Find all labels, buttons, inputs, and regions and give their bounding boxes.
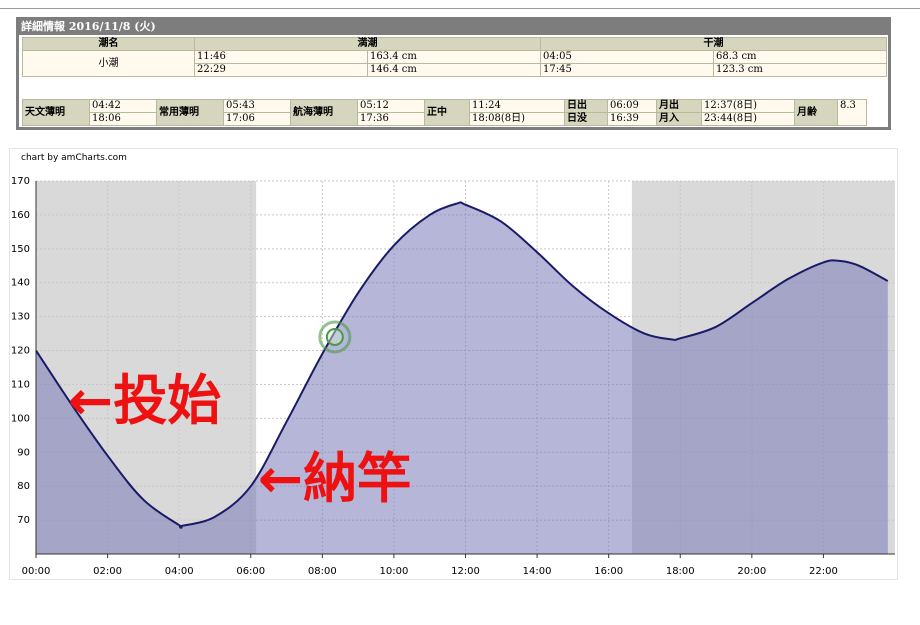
y-tick-label: 110 (11, 379, 30, 390)
x-tick-labels: 00:00 02:00 04:00 06:00 08:00 10:00 12:00 14:00… (22, 566, 838, 577)
y-tick-label: 70 (17, 515, 30, 526)
y-tick-label: 90 (17, 447, 30, 458)
x-tick-label: 10:00 (380, 566, 409, 577)
annotation-start: ←投始 (68, 369, 221, 432)
x-tick-label: 20:00 (737, 566, 766, 577)
x-tick-label: 12:00 (451, 566, 480, 577)
x-tick-label: 06:00 (236, 566, 265, 577)
y-tick-labels: 70 80 90 100 110 120 130 140 150 160 170 (11, 176, 30, 526)
x-tick-label: 14:00 (523, 566, 552, 577)
annotation-end: ←納竿 (258, 447, 411, 510)
y-tick-label: 80 (17, 481, 30, 492)
x-tick-label: 16:00 (594, 566, 623, 577)
x-tick-label: 04:00 (165, 566, 194, 577)
y-tick-label: 160 (11, 210, 30, 221)
y-tick-label: 130 (11, 312, 30, 323)
y-tick-label: 150 (11, 244, 30, 255)
y-tick-label: 140 (11, 278, 30, 289)
x-tick-label: 02:00 (93, 566, 122, 577)
cursor-ring-inner (325, 327, 344, 346)
x-tick-label: 18:00 (666, 566, 695, 577)
y-tick-label: 100 (11, 413, 30, 424)
x-tick-label: 22:00 (809, 566, 838, 577)
y-tick-label: 120 (11, 346, 30, 357)
tide-chart: 00:00 02:00 04:00 06:00 08:00 10:00 12:00 14:00… (11, 176, 895, 577)
x-tick-label: 08:00 (308, 566, 337, 577)
x-tick-label: 00:00 (22, 566, 51, 577)
y-tick-label: 170 (11, 176, 30, 187)
